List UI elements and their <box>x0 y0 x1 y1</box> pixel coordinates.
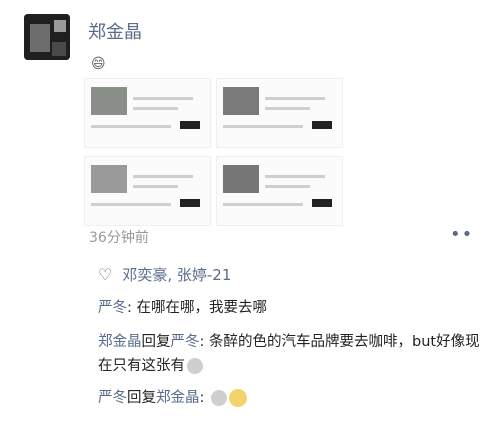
comment-reply-to[interactable]: 郑金晶 <box>156 390 200 406</box>
comment-1[interactable]: 严冬: 在哪在哪，我要去哪 <box>98 296 490 320</box>
comment-text: 在哪在哪，我要去哪 <box>136 300 268 316</box>
post-time: 36分钟前 <box>89 230 149 246</box>
comment-author[interactable]: 郑金晶 <box>98 334 142 350</box>
post-author-name[interactable]: 郑金晶 <box>88 18 142 44</box>
likes-row: ♡ 邓奕豪, 张婷-21 <box>98 264 231 285</box>
likes-names[interactable]: 邓奕豪, 张婷-21 <box>122 266 231 284</box>
comment-author[interactable]: 严冬 <box>98 300 127 316</box>
post-image-3[interactable] <box>84 156 211 226</box>
post-image-2[interactable] <box>216 78 343 148</box>
more-options-button[interactable]: •• <box>450 224 473 245</box>
post-image-1[interactable] <box>84 78 211 148</box>
comment-3[interactable]: 严冬回复郑金晶: <box>98 386 490 410</box>
comment-reply-to[interactable]: 严冬 <box>171 334 200 350</box>
post-image-grid <box>84 78 343 226</box>
laugh-emoji-icon <box>229 389 247 407</box>
comment-author[interactable]: 严冬 <box>98 390 127 406</box>
post-image-4[interactable] <box>216 156 343 226</box>
heart-icon: ♡ <box>98 265 113 284</box>
author-avatar[interactable] <box>24 14 70 60</box>
post-body-emoji: 😄 <box>91 56 106 72</box>
sticker-icon <box>211 390 227 406</box>
sticker-icon <box>187 358 203 374</box>
comment-2[interactable]: 郑金晶回复严冬: 条醉的色的汽车品牌要去咖啡，but好像现在只有这张有 <box>98 330 490 378</box>
